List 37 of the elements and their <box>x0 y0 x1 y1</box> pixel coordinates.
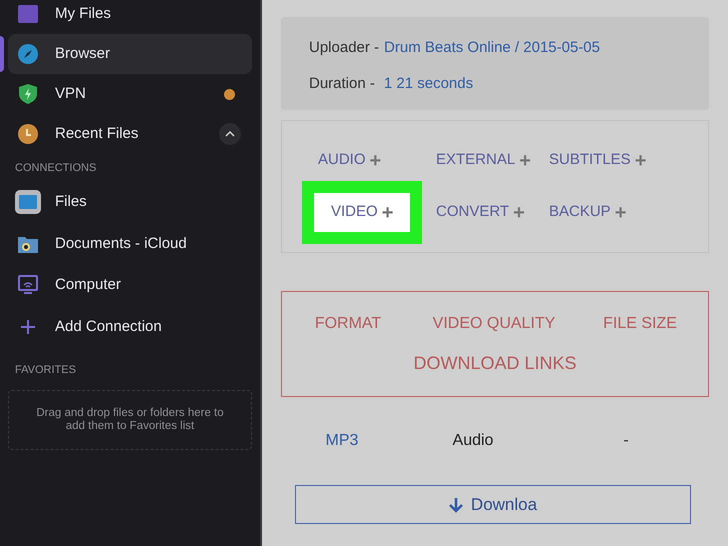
column-header: DOWNLOAD LINKS <box>413 352 577 375</box>
sidebar-item[interactable]: Documents - iCloud <box>8 223 252 264</box>
sidebar-item[interactable]: My Files <box>8 0 252 34</box>
sidebar-item[interactable]: Computer <box>8 264 252 306</box>
sidebar-item[interactable]: VPN <box>8 74 252 114</box>
section-heading: FAVORITES <box>14 362 77 378</box>
sidebar-item[interactable]: Add Connection <box>8 306 252 348</box>
drop-zone: Drag and drop files or folders here to add them to Favorites list <box>8 390 252 450</box>
column-header: VIDEO QUALITY <box>432 314 556 334</box>
monitor-icon <box>17 274 39 296</box>
tag-button[interactable]: SUBTITLES + <box>549 141 646 180</box>
shield-icon <box>17 83 39 105</box>
selection-indicator <box>0 36 4 72</box>
collapse-button[interactable] <box>219 123 241 145</box>
tag-button[interactable]: AUDIO + <box>318 141 382 180</box>
info-panel: Uploader - Drum Beats Online / 2015-05-05 Duration - 1 21 seconds <box>281 17 709 110</box>
tag-button[interactable]: EXTERNAL + <box>436 141 531 180</box>
section-heading: CONNECTIONS <box>14 161 98 176</box>
download-button[interactable]: Downloa <box>295 485 691 524</box>
column-header: FORMAT <box>314 314 382 334</box>
tag-button[interactable]: CONVERT + <box>436 193 525 232</box>
table-cell-text: Audio <box>452 431 494 451</box>
table-cell-text: MP3 <box>324 431 360 451</box>
clock-icon <box>17 123 39 145</box>
tag-button[interactable]: BACKUP + <box>549 193 626 232</box>
sidebar-item[interactable]: Files <box>8 182 252 223</box>
table-cell-text: - <box>622 431 630 451</box>
plus-icon <box>20 318 36 335</box>
compass-icon <box>17 43 39 65</box>
column-header: FILE SIZE <box>602 314 678 334</box>
sidebar-item[interactable]: Recent Files <box>8 114 252 154</box>
folder-icon <box>17 3 39 25</box>
chevron-up-icon <box>225 131 235 137</box>
folder-icon <box>14 189 42 216</box>
tag-button[interactable]: VIDEO + <box>302 181 422 244</box>
arrow-down-icon <box>448 496 463 512</box>
sidebar-item[interactable]: Browser <box>8 34 252 74</box>
